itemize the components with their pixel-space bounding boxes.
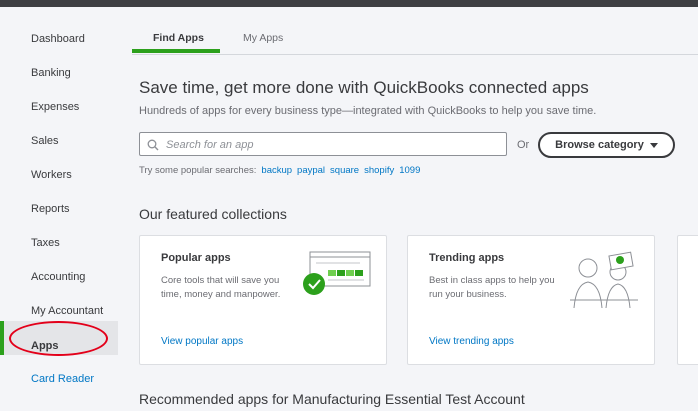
search-icon (147, 138, 159, 156)
browse-category-button[interactable]: Browse category (538, 132, 675, 158)
popular-search-square[interactable]: square (330, 165, 359, 176)
browse-category-label: Browse category (555, 139, 644, 151)
nav-item-reports[interactable]: Reports (31, 202, 70, 216)
nav-item-workers[interactable]: Workers (31, 168, 72, 182)
card-partial-edge (677, 235, 698, 365)
dashboard-check-illustration (300, 250, 372, 305)
nav-item-sales[interactable]: Sales (31, 134, 59, 148)
nav-item-dashboard[interactable]: Dashboard (31, 32, 85, 46)
card-description: Core tools that will save you time, mone… (161, 275, 281, 300)
card-popular-apps[interactable]: Popular apps Core tools that will save y… (139, 235, 387, 365)
card-title: Popular apps (161, 252, 231, 264)
card-trending-apps[interactable]: Trending apps Best in class apps to help… (407, 235, 655, 365)
main-content: Save time, get more done with QuickBooks… (138, 0, 698, 411)
recommended-apps-heading: Recommended apps for Manufacturing Essen… (139, 391, 525, 407)
popular-search-1099[interactable]: 1099 (399, 165, 420, 176)
nav-item-banking[interactable]: Banking (31, 66, 71, 80)
caret-down-icon (649, 142, 658, 148)
view-trending-apps-link[interactable]: View trending apps (429, 336, 514, 347)
card-description: Best in class apps to help you run your … (429, 275, 555, 300)
card-title: Trending apps (429, 252, 505, 264)
nav-item-my-accountant[interactable]: My Accountant (31, 304, 103, 318)
nav-item-card-reader[interactable]: Card Reader (31, 372, 94, 386)
popular-search-shopify[interactable]: shopify (364, 165, 394, 176)
highlight-annotation-oval (9, 321, 108, 356)
people-chatting-illustration (568, 250, 640, 317)
nav-active-indicator (0, 321, 4, 355)
page-subheadline: Hundreds of apps for every business type… (139, 105, 597, 117)
popular-searches-label: Try some popular searches: (139, 165, 257, 176)
popular-search-paypal[interactable]: paypal (297, 165, 325, 176)
nav-item-expenses[interactable]: Expenses (31, 100, 79, 114)
featured-collections-heading: Our featured collections (139, 206, 287, 222)
page-headline: Save time, get more done with QuickBooks… (139, 78, 589, 97)
popular-search-backup[interactable]: backup (261, 165, 292, 176)
or-label: Or (517, 139, 530, 151)
nav-item-accounting[interactable]: Accounting (31, 270, 85, 284)
view-popular-apps-link[interactable]: View popular apps (161, 336, 243, 347)
popular-searches: Try some popular searches: backup paypal sq… (139, 165, 420, 176)
search-input[interactable] (164, 136, 498, 154)
nav-item-taxes[interactable]: Taxes (31, 236, 60, 250)
app-search-box[interactable] (139, 132, 507, 156)
